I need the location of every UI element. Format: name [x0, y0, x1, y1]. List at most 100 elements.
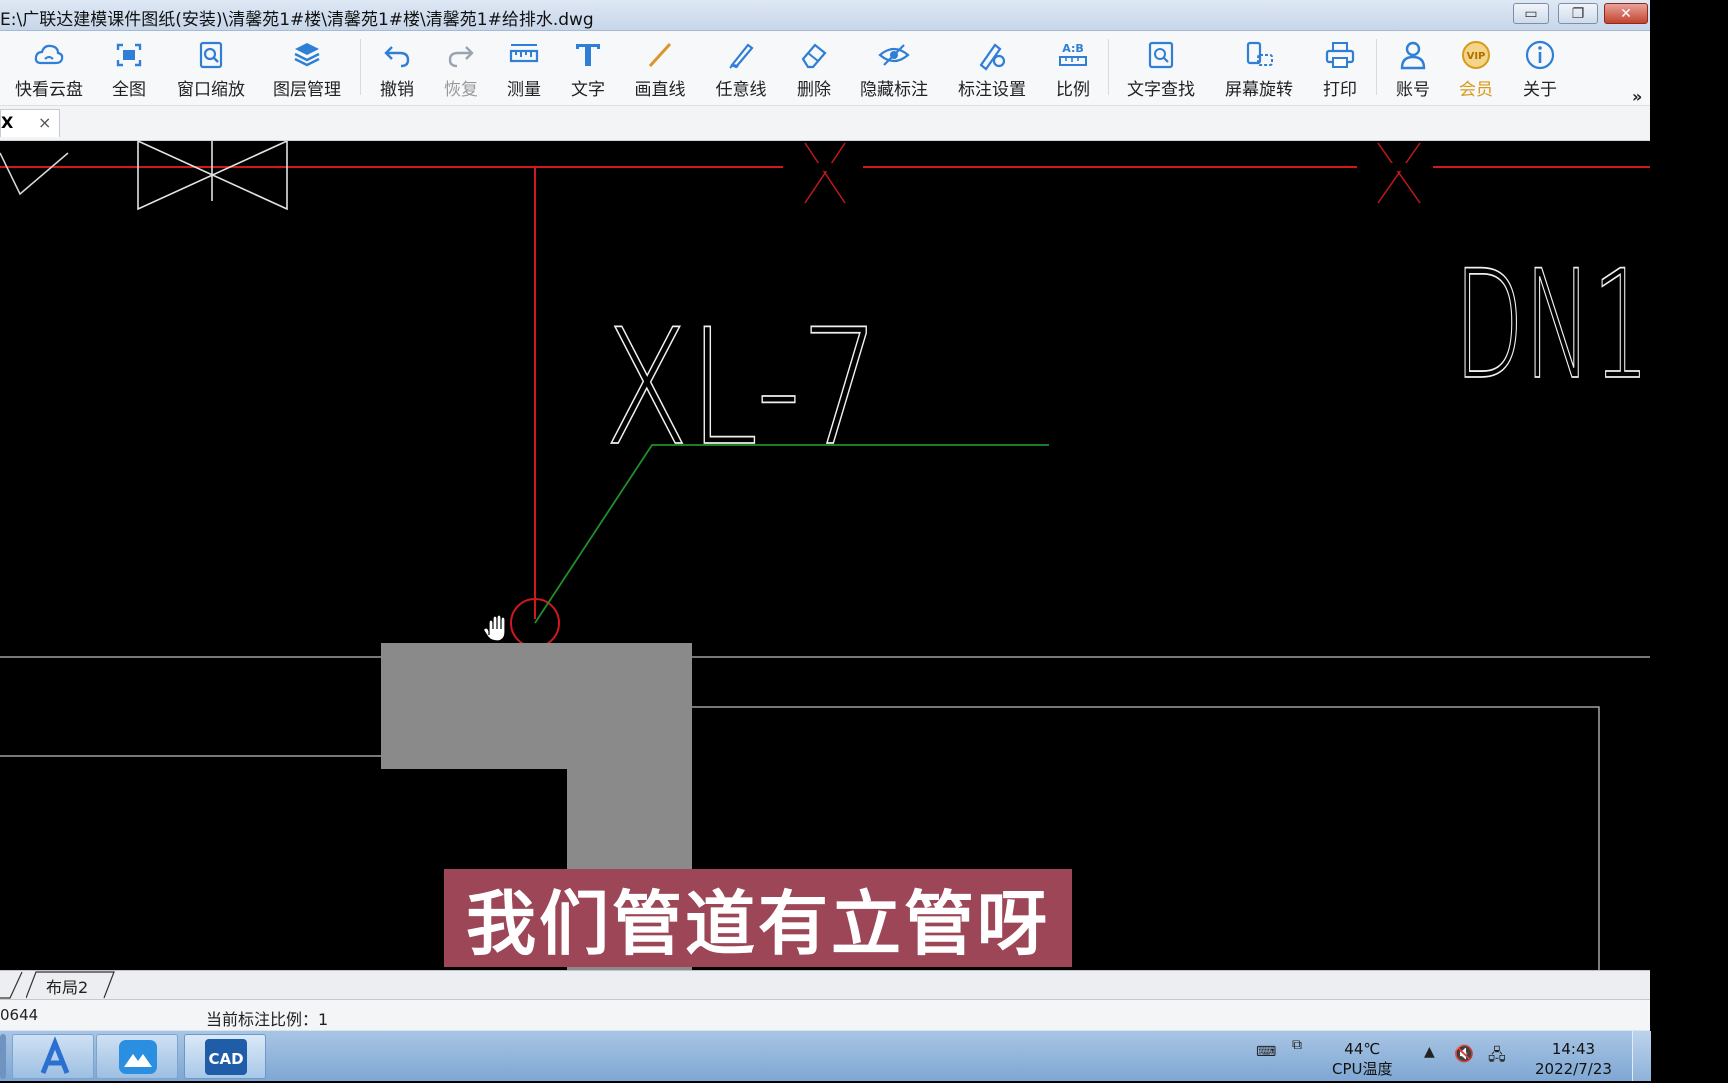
tray-expand-icon[interactable]: ▲	[1424, 1044, 1435, 1060]
taskbar-app-cloud[interactable]	[96, 1034, 178, 1079]
tab-close-icon[interactable]: ×	[38, 113, 51, 132]
redo-icon	[448, 46, 474, 68]
drawing-canvas[interactable]: XL-7 DN1	[0, 141, 1650, 970]
svg-text:VIP: VIP	[1467, 51, 1486, 62]
tool-print[interactable]: 打印	[1315, 39, 1365, 101]
tool-rotate-screen[interactable]: 屏幕旋转	[1220, 39, 1298, 101]
window-title: E:\广联达建模课件图纸(安装)\清馨苑1#楼\清馨苑1#楼\清馨苑1#给排水.…	[0, 10, 594, 30]
pan-cursor-icon	[483, 614, 506, 642]
tool-about[interactable]: 关于	[1515, 39, 1565, 101]
riser-label-text: XL-7	[604, 294, 880, 481]
measure-icon	[509, 44, 539, 63]
tool-label: 窗口缩放	[177, 80, 245, 100]
tool-delete[interactable]: 删除	[789, 39, 839, 101]
valve-symbol-partial	[0, 152, 69, 196]
screen-edge	[1650, 0, 1728, 1080]
tool-label: 关于	[1523, 80, 1557, 100]
taskbar-app-cad[interactable]: CAD	[184, 1034, 266, 1079]
line-icon	[648, 42, 672, 68]
tool-label: 比例	[1056, 80, 1090, 100]
tool-label: 删除	[797, 80, 831, 100]
annotation-settings-icon	[979, 43, 1006, 71]
cloud-icon	[34, 44, 64, 65]
tool-zoom-window[interactable]: 窗口缩放	[172, 39, 250, 101]
layout-tab-bar: 布局2	[0, 970, 1650, 999]
tool-measure[interactable]: 测量	[499, 39, 549, 101]
tool-label: 图层管理	[273, 80, 341, 100]
taskbar-app-a[interactable]	[12, 1034, 94, 1079]
tool-label: 屏幕旋转	[1225, 80, 1293, 100]
network-icon[interactable]: 🖧	[1488, 1044, 1506, 1071]
hide-annotation-icon	[878, 44, 910, 66]
show-desktop-button[interactable]	[1632, 1031, 1651, 1081]
tool-label: 快看云盘	[15, 80, 83, 100]
tool-label: 标注设置	[958, 80, 1026, 100]
tool-text-search[interactable]: 文字查找	[1122, 39, 1200, 101]
app-a-icon	[40, 1036, 70, 1074]
taskbar-app-partial[interactable]	[0, 1034, 6, 1079]
tool-full-view[interactable]: 全图	[104, 39, 154, 101]
text-icon	[576, 44, 600, 66]
vip-icon: VIP	[1462, 41, 1490, 69]
tool-undo[interactable]: 撤销	[372, 39, 422, 101]
tool-draw-line[interactable]: 画直线	[630, 39, 690, 101]
tool-label: 恢复	[444, 80, 478, 100]
document-tab-bar: X ×	[0, 106, 1650, 141]
tool-redo[interactable]: 恢复	[436, 39, 486, 101]
tool-layer-manager[interactable]: 图层管理	[268, 39, 346, 101]
windows-taskbar: CAD ⌨ ⧉ 44℃ CPU温度 ▲ 🔇 🖧 14:43 2022/7/23	[0, 1030, 1651, 1081]
cad-drawing: XL-7 DN1	[0, 141, 1650, 970]
cpu-temperature: 44℃ CPU温度	[1332, 1039, 1393, 1079]
restore-button[interactable]: ❐	[1558, 3, 1598, 24]
toolbar-separator	[1376, 39, 1377, 95]
svg-text:A:B: A:B	[1062, 42, 1084, 55]
full-view-icon	[116, 43, 142, 67]
tool-freehand-line[interactable]: 任意线	[711, 39, 771, 101]
tool-cloud-disk[interactable]: 快看云盘	[10, 39, 88, 101]
tool-hide-annotation[interactable]: 隐藏标注	[855, 39, 933, 101]
layout-tab-label: 布局2	[46, 978, 89, 997]
tool-label: 全图	[112, 80, 146, 100]
minimize-button[interactable]: ▭	[1513, 3, 1549, 24]
keyboard-icon[interactable]: ⌨	[1256, 1044, 1276, 1060]
zoom-window-icon	[199, 41, 223, 69]
cloud-app-icon	[119, 1040, 157, 1074]
tool-label: 会员	[1459, 80, 1493, 100]
tool-label: 打印	[1323, 80, 1357, 100]
tool-label: 隐藏标注	[860, 80, 928, 100]
undo-icon	[384, 46, 410, 68]
coordinate-readout: 0644	[0, 1006, 39, 1024]
scale-icon: A:B	[1059, 42, 1087, 66]
tool-label: 账号	[1396, 80, 1430, 100]
system-clock[interactable]: 14:43 2022/7/23	[1535, 1039, 1612, 1079]
svg-text:CAD: CAD	[208, 1050, 243, 1068]
pipe-cross-mark	[804, 142, 846, 204]
close-button[interactable]: ✕	[1604, 3, 1648, 24]
window-switch-icon[interactable]: ⧉	[1292, 1037, 1302, 1053]
muted-volume-icon[interactable]: 🔇	[1454, 1044, 1474, 1063]
account-icon	[1400, 41, 1426, 70]
clock-time: 14:43	[1551, 1040, 1596, 1058]
subtitle-text: 我们管道有立管呀	[466, 882, 1050, 965]
temperature-value: 44℃	[1344, 1040, 1381, 1058]
tool-vip[interactable]: VIP 会员	[1451, 39, 1501, 101]
freehand-icon	[729, 43, 754, 69]
video-subtitle: 我们管道有立管呀	[444, 869, 1072, 967]
toolbar-separator	[1108, 39, 1109, 95]
tool-label: 任意线	[715, 80, 767, 100]
tool-label: 文字查找	[1127, 80, 1195, 100]
tool-label: 画直线	[634, 80, 686, 100]
tool-text[interactable]: 文字	[563, 39, 613, 101]
tool-scale[interactable]: A:B 比例	[1048, 39, 1098, 101]
toolbar-overflow-button[interactable]: »	[1632, 87, 1642, 106]
print-icon	[1325, 42, 1355, 68]
tool-label: 测量	[507, 80, 541, 100]
document-tab-label: X	[1, 113, 14, 132]
toolbar-separator	[360, 39, 361, 95]
tool-annotation-settings[interactable]: 标注设置	[953, 39, 1031, 101]
document-tab[interactable]: X ×	[0, 109, 60, 137]
layers-icon	[294, 43, 320, 67]
tool-account[interactable]: 账号	[1388, 39, 1438, 101]
eraser-icon	[801, 43, 827, 69]
cad-viewer-window: E:\广联达建模课件图纸(安装)\清馨苑1#楼\清馨苑1#楼\清馨苑1#给排水.…	[0, 0, 1650, 1030]
